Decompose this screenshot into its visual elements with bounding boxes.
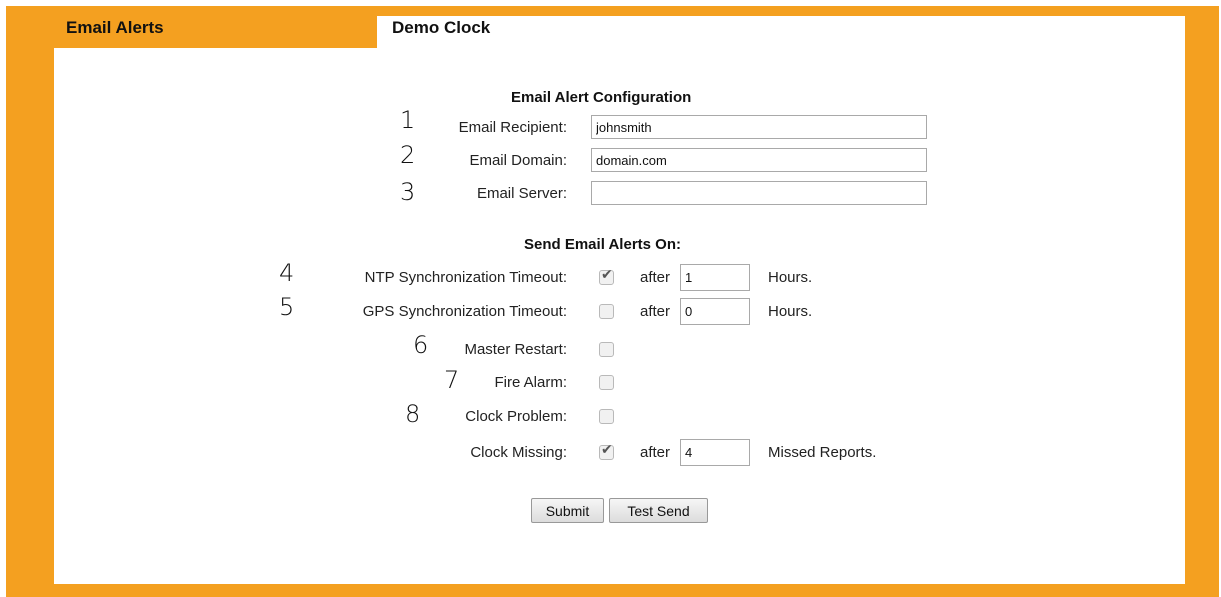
tab-demo-clock[interactable]: Demo Clock	[392, 18, 490, 38]
tab-demo-clock-bg	[377, 16, 1185, 48]
email-server-input[interactable]	[591, 181, 927, 205]
callout-2: 2	[400, 141, 416, 169]
alerts-title: Send Email Alerts On:	[524, 236, 681, 253]
callout-5: 5	[279, 293, 295, 321]
email-server-label: Email Server:	[476, 185, 567, 202]
clock-problem-label: Clock Problem:	[465, 408, 567, 425]
master-restart-checkbox[interactable]	[599, 342, 614, 357]
callout-7: 7	[444, 366, 460, 394]
ntp-unit-label: Hours.	[768, 269, 813, 286]
fire-alarm-label: Fire Alarm:	[494, 374, 567, 391]
fire-alarm-checkbox[interactable]	[599, 375, 614, 390]
gps-hours-input[interactable]	[680, 298, 750, 325]
checkmark-icon: ✔	[601, 442, 613, 458]
ntp-timeout-label: NTP Synchronization Timeout:	[364, 269, 567, 286]
clock-problem-checkbox[interactable]	[599, 409, 614, 424]
checkmark-icon: ✔	[601, 267, 613, 283]
clock-missing-checkbox[interactable]: ✔	[599, 442, 614, 460]
page-frame: Email Alerts Demo Clock Email Alert Conf…	[0, 0, 1221, 597]
clock-missing-label: Clock Missing:	[470, 444, 567, 461]
gps-after-label: after	[640, 303, 671, 320]
config-title: Email Alert Configuration	[511, 89, 692, 106]
email-recipient-label: Email Recipient:	[458, 119, 567, 136]
callout-3: 3	[400, 178, 416, 206]
email-recipient-input[interactable]	[591, 115, 927, 139]
ntp-timeout-checkbox[interactable]: ✔	[599, 267, 614, 285]
submit-button[interactable]: Submit	[531, 498, 604, 523]
email-domain-label: Email Domain:	[469, 152, 567, 169]
gps-timeout-label: GPS Synchronization Timeout:	[362, 303, 567, 320]
callout-1: 1	[400, 106, 416, 134]
email-domain-input[interactable]	[591, 148, 927, 172]
clock-missing-after-label: after	[640, 444, 671, 461]
tab-email-alerts[interactable]: Email Alerts	[66, 18, 164, 38]
callout-4: 4	[279, 259, 295, 287]
gps-timeout-checkbox[interactable]	[599, 304, 614, 319]
missed-reports-input[interactable]	[680, 439, 750, 466]
missed-reports-unit-label: Missed Reports.	[768, 444, 877, 461]
callout-6: 6	[413, 331, 429, 359]
ntp-hours-input[interactable]	[680, 264, 750, 291]
test-send-button[interactable]: Test Send	[609, 498, 708, 523]
callout-8: 8	[405, 400, 421, 428]
master-restart-label: Master Restart:	[464, 341, 567, 358]
gps-unit-label: Hours.	[768, 303, 813, 320]
ntp-after-label: after	[640, 269, 671, 286]
